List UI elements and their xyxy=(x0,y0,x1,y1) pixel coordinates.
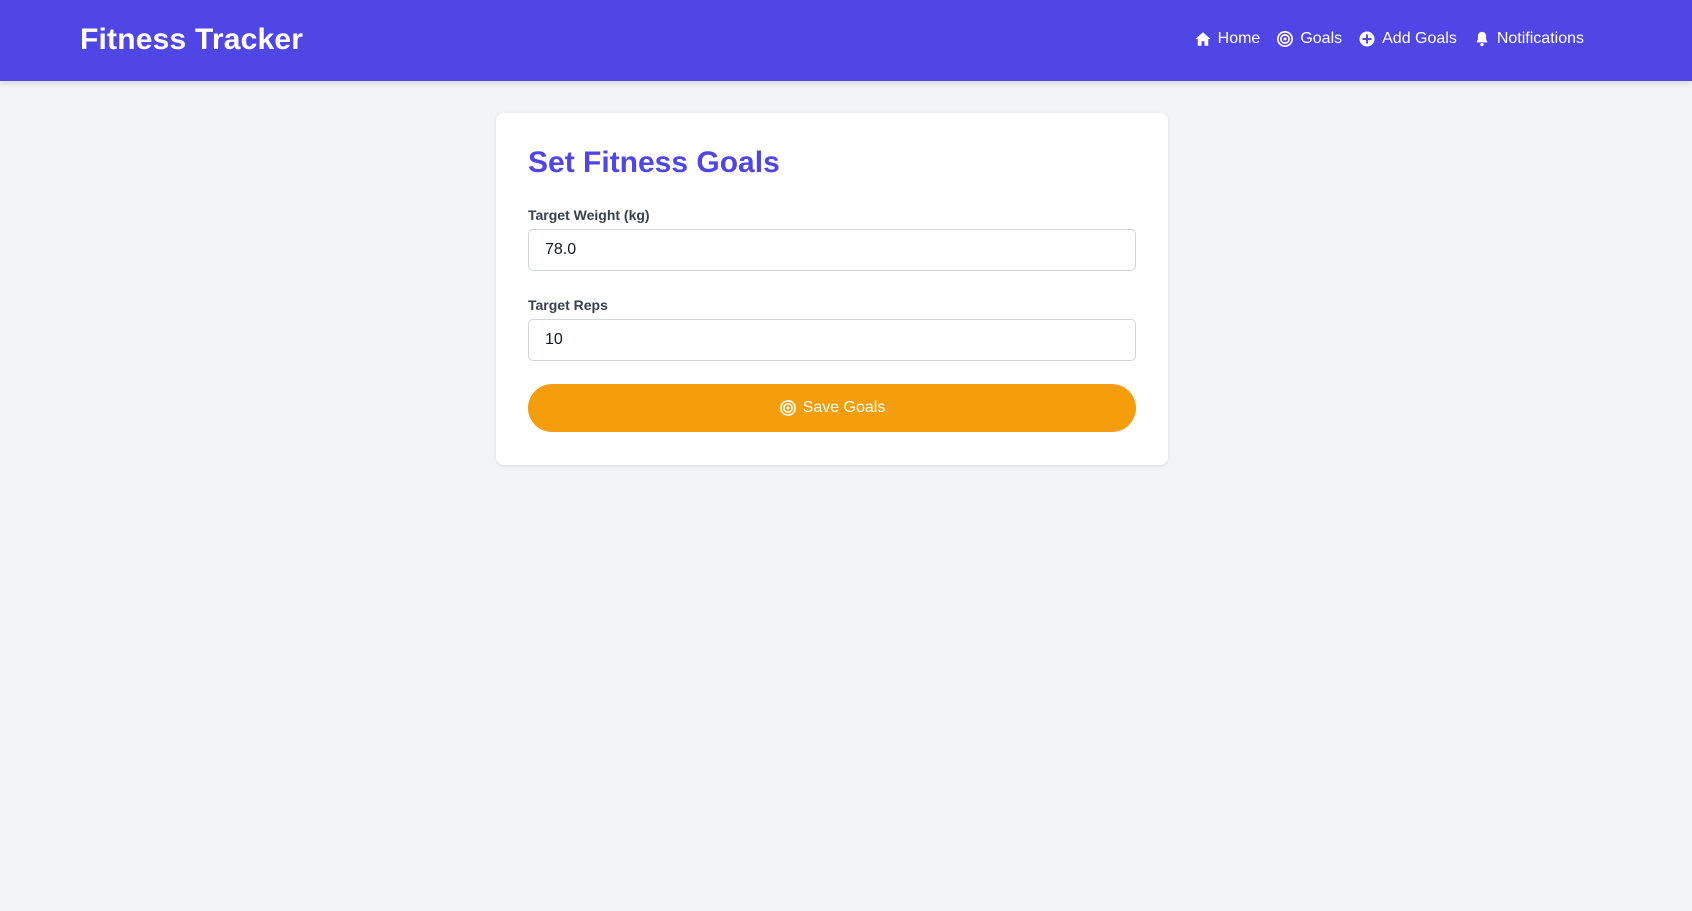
nav-item-notifications[interactable]: Notifications xyxy=(1473,25,1584,53)
nav-item-label: Add Goals xyxy=(1382,30,1457,47)
target-reps-label: Target Reps xyxy=(528,297,608,313)
nav-item-add-goals[interactable]: Add Goals xyxy=(1358,25,1457,53)
app-brand[interactable]: Fitness Tracker xyxy=(80,20,303,60)
top-navbar: Fitness Tracker Home Goals Add Goals Not… xyxy=(0,0,1692,81)
plus-circle-icon xyxy=(1358,30,1376,48)
nav-links: Home Goals Add Goals Notifications xyxy=(1194,25,1584,53)
home-icon xyxy=(1194,30,1212,48)
nav-item-home[interactable]: Home xyxy=(1194,25,1261,53)
nav-item-label: Home xyxy=(1217,30,1261,47)
bell-icon xyxy=(1473,30,1491,48)
target-weight-input[interactable] xyxy=(528,229,1136,271)
page-title: Set Fitness Goals xyxy=(528,146,780,179)
target-reps-input[interactable] xyxy=(528,319,1136,361)
target-weight-label: Target Weight (kg) xyxy=(528,207,650,223)
nav-item-label: Goals xyxy=(1300,30,1343,47)
save-goals-label: Save Goals xyxy=(802,399,886,416)
target-icon xyxy=(1276,30,1294,48)
goals-card: Set Fitness Goals Target Weight (kg) Tar… xyxy=(496,113,1168,465)
target-icon xyxy=(779,399,797,417)
nav-item-label: Notifications xyxy=(1496,30,1584,47)
save-goals-button[interactable]: Save Goals xyxy=(528,384,1136,432)
nav-item-goals[interactable]: Goals xyxy=(1276,25,1342,53)
